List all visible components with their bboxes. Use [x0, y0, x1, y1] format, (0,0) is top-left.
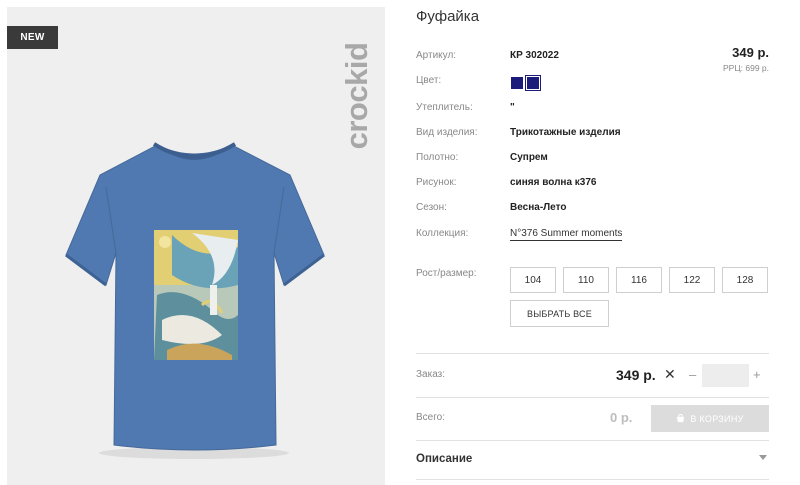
decrease-quantity-button[interactable]: – — [689, 367, 696, 382]
spec-label: Полотно: — [416, 152, 459, 163]
product-price: 349 р. — [732, 45, 769, 60]
spec-label: Цвет: — [416, 75, 442, 86]
divider — [416, 353, 769, 354]
product-title: Фуфайка — [416, 8, 480, 25]
size-button-104[interactable]: 104 — [510, 267, 556, 293]
spec-value: КР 302022 — [510, 50, 559, 61]
spec-value: Трикотажные изделия — [510, 127, 621, 138]
brand-logo: crockid — [339, 42, 374, 150]
collection-link[interactable]: N°376 Summer moments — [510, 228, 623, 241]
increase-quantity-button[interactable]: + — [753, 367, 761, 382]
times-icon: ✕ — [664, 366, 676, 382]
spec-value: синяя волна к376 — [510, 177, 597, 188]
spec-value: Весна-Лето — [510, 202, 567, 213]
tshirt-image — [65, 142, 325, 459]
spec-value: Супрем — [510, 152, 548, 163]
spec-label: Сезон: — [416, 202, 447, 213]
cart-icon — [677, 414, 685, 423]
size-button-128[interactable]: 128 — [722, 267, 768, 293]
quantity-input[interactable] — [702, 364, 749, 387]
divider — [416, 479, 769, 480]
spec-label: Артикул: — [416, 50, 457, 61]
product-photo[interactable]: NEW crockid — [7, 7, 385, 485]
order-price: 349 р. — [616, 367, 656, 383]
select-all-button[interactable]: ВЫБРАТЬ ВСЕ — [510, 300, 609, 327]
cart-button-label: В КОРЗИНУ — [690, 413, 744, 424]
spec-label: Коллекция: — [416, 228, 469, 239]
order-label: Заказ: — [416, 369, 446, 380]
spec-value: " — [510, 102, 515, 113]
chevron-down-icon[interactable] — [759, 455, 767, 460]
size-button-122[interactable]: 122 — [669, 267, 715, 293]
new-badge: NEW — [7, 26, 58, 49]
color-swatch-selected[interactable] — [525, 75, 541, 91]
sizes-label: Рост/размер: — [416, 268, 477, 279]
spec-label: Утеплитель: — [416, 102, 473, 113]
total-value: 0 р. — [610, 410, 633, 425]
size-button-110[interactable]: 110 — [563, 267, 609, 293]
rrp-price: РРЦ: 699 р. — [723, 63, 769, 73]
divider — [416, 440, 769, 441]
spec-label: Вид изделия: — [416, 127, 478, 138]
total-label: Всего: — [416, 412, 445, 423]
size-button-116[interactable]: 116 — [616, 267, 662, 293]
description-toggle[interactable]: Описание — [416, 453, 472, 465]
color-swatch[interactable] — [511, 77, 523, 89]
divider — [416, 397, 769, 398]
add-to-cart-button[interactable]: В КОРЗИНУ — [651, 405, 769, 432]
spec-label: Рисунок: — [416, 177, 457, 188]
